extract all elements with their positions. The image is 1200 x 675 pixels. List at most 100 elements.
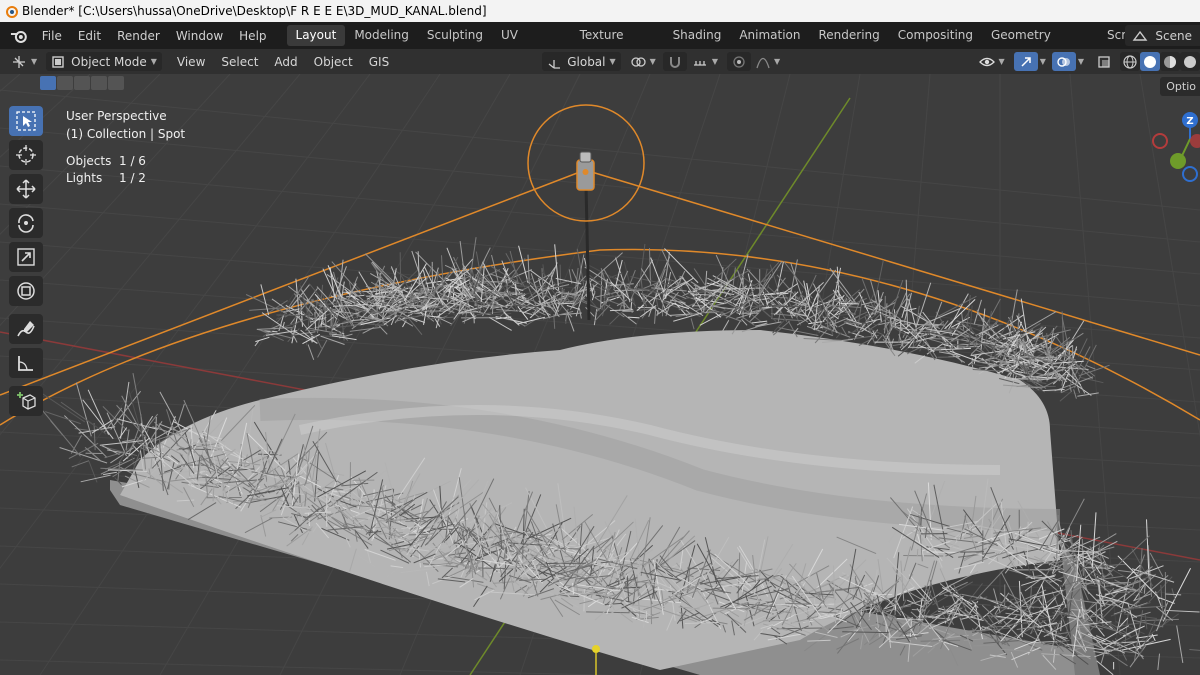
solid-shading-icon — [1144, 55, 1156, 68]
gizmo-z-label: Z — [1186, 116, 1193, 127]
xray-toggle[interactable] — [1092, 52, 1116, 71]
menu-file[interactable]: File — [34, 29, 70, 43]
select-invert-button[interactable] — [91, 76, 107, 90]
orientation-dropdown[interactable]: Global ▼ — [542, 52, 621, 71]
chevron-down-icon[interactable]: ▼ — [1078, 57, 1084, 66]
wireframe-icon — [1123, 54, 1137, 69]
tab-layout[interactable]: Layout — [286, 25, 346, 46]
perspective-label: User Perspective — [66, 109, 167, 123]
pivot-icon — [631, 56, 646, 67]
shading-solid-button[interactable] — [1140, 52, 1160, 71]
tool-add-cube[interactable] — [9, 386, 43, 416]
menu-render[interactable]: Render — [109, 29, 168, 43]
menu-window[interactable]: Window — [168, 29, 231, 43]
gizmo-x-axis[interactable] — [1190, 134, 1200, 148]
menu-object[interactable]: Object — [309, 52, 358, 71]
material-shading-icon — [1164, 55, 1176, 68]
editor-type-button[interactable]: ▼ — [6, 52, 42, 71]
menu-add[interactable]: Add — [269, 52, 302, 71]
tool-rotate[interactable] — [9, 208, 43, 238]
origin-marker — [592, 645, 600, 653]
proportional-edit-toggle[interactable] — [726, 52, 751, 71]
cursor-icon — [16, 145, 36, 165]
menu-view[interactable]: View — [172, 52, 210, 71]
object-mode-icon — [52, 55, 64, 68]
tab-texture-paint[interactable]: Texture Paint — [571, 25, 664, 63]
objects-label: Objects — [66, 154, 112, 168]
tool-move[interactable] — [9, 174, 43, 204]
viewport-header: ▼ Object Mode ▼ View Select Add Object G… — [0, 49, 1200, 74]
blender-logo-icon[interactable] — [4, 26, 34, 46]
eye-icon — [978, 57, 995, 66]
gizmo-y-axis[interactable] — [1170, 153, 1186, 169]
select-extend-button[interactable] — [57, 76, 73, 90]
mode-dropdown[interactable]: Object Mode ▼ — [46, 52, 162, 71]
tool-measure[interactable] — [9, 348, 43, 378]
chevron-down-icon: ▼ — [150, 57, 157, 66]
tool-transform[interactable] — [9, 276, 43, 306]
objects-count: 1 / 6 — [119, 154, 146, 168]
top-bar: File Edit Render Window Help Layout Mode… — [0, 22, 1200, 63]
chevron-down-icon: ▼ — [711, 57, 718, 66]
tab-geometry-nodes[interactable]: Geometry Nodes — [982, 25, 1098, 63]
scene-label: Scene — [1155, 28, 1192, 43]
overlays-toggle[interactable] — [1051, 52, 1076, 71]
chevron-down-icon: ▼ — [773, 57, 781, 66]
chevron-down-icon: ▼ — [31, 57, 38, 66]
chevron-down-icon[interactable]: ▼ — [1040, 57, 1046, 66]
proportional-icon — [733, 55, 745, 68]
tab-sculpting[interactable]: Sculpting — [418, 25, 492, 46]
snap-toggle[interactable] — [662, 52, 687, 71]
tab-animation[interactable]: Animation — [730, 25, 809, 46]
pivot-point-button[interactable]: ▼ — [625, 52, 661, 71]
tab-rendering[interactable]: Rendering — [810, 25, 889, 46]
menu-help[interactable]: Help — [231, 29, 274, 43]
shading-wireframe-button[interactable] — [1120, 52, 1140, 71]
gizmo-toggle[interactable] — [1013, 52, 1038, 71]
tab-compositing[interactable]: Compositing — [889, 25, 982, 46]
scene-selector[interactable]: Scene — [1125, 25, 1200, 46]
xray-icon — [1098, 55, 1110, 68]
rendered-shading-icon — [1184, 55, 1196, 68]
chevron-down-icon: ▼ — [998, 57, 1005, 66]
tool-cursor[interactable] — [9, 140, 43, 170]
chevron-down-icon: ▼ — [609, 57, 616, 66]
scene-icon — [1133, 30, 1148, 41]
tab-shading[interactable]: Shading — [664, 25, 731, 46]
scene-statistics: Objects 1 / 6 Lights 1 / 2 — [66, 153, 146, 187]
move-icon — [16, 179, 36, 199]
tab-uv-editing[interactable]: UV Editing — [492, 25, 571, 63]
gizmo-neg-z-axis[interactable] — [1182, 166, 1198, 182]
tab-modeling[interactable]: Modeling — [345, 25, 418, 46]
select-new-button[interactable] — [40, 76, 56, 90]
blender-logo-icon — [6, 6, 18, 18]
navigation-gizmo[interactable]: Z — [1150, 108, 1200, 188]
orientation-icon — [548, 59, 561, 69]
measure-icon — [18, 356, 33, 371]
mode-label: Object Mode — [71, 54, 147, 69]
gizmo-neg-x-axis[interactable] — [1152, 133, 1168, 149]
tool-select-box[interactable] — [9, 106, 43, 136]
add-cube-icon — [17, 392, 36, 410]
chevron-down-icon: ▼ — [649, 57, 656, 66]
tool-annotate[interactable] — [9, 314, 43, 344]
snap-target-button[interactable]: ▼ — [687, 52, 723, 71]
window-titlebar: Blender* [C:\Users\hussa\OneDrive\Deskto… — [0, 0, 1200, 22]
menu-gis[interactable]: GIS — [364, 52, 394, 71]
select-subtract-button[interactable] — [74, 76, 90, 90]
overlays-icon — [1057, 56, 1070, 67]
falloff-icon — [756, 57, 770, 68]
shading-rendered-button[interactable] — [1180, 52, 1200, 71]
scene-render[interactable] — [0, 74, 1200, 675]
3d-viewport[interactable] — [0, 74, 1200, 675]
rotate-icon — [18, 214, 34, 233]
shading-material-button[interactable] — [1160, 52, 1180, 71]
options-tab[interactable]: Optio — [1160, 77, 1200, 96]
menu-select[interactable]: Select — [216, 52, 263, 71]
visibility-button[interactable]: ▼ — [974, 52, 1010, 71]
falloff-dropdown[interactable]: ▼ — [751, 52, 785, 71]
menu-edit[interactable]: Edit — [70, 29, 109, 43]
window-title: Blender* [C:\Users\hussa\OneDrive\Deskto… — [22, 4, 487, 18]
tool-scale[interactable] — [9, 242, 43, 272]
select-intersect-button[interactable] — [108, 76, 124, 90]
